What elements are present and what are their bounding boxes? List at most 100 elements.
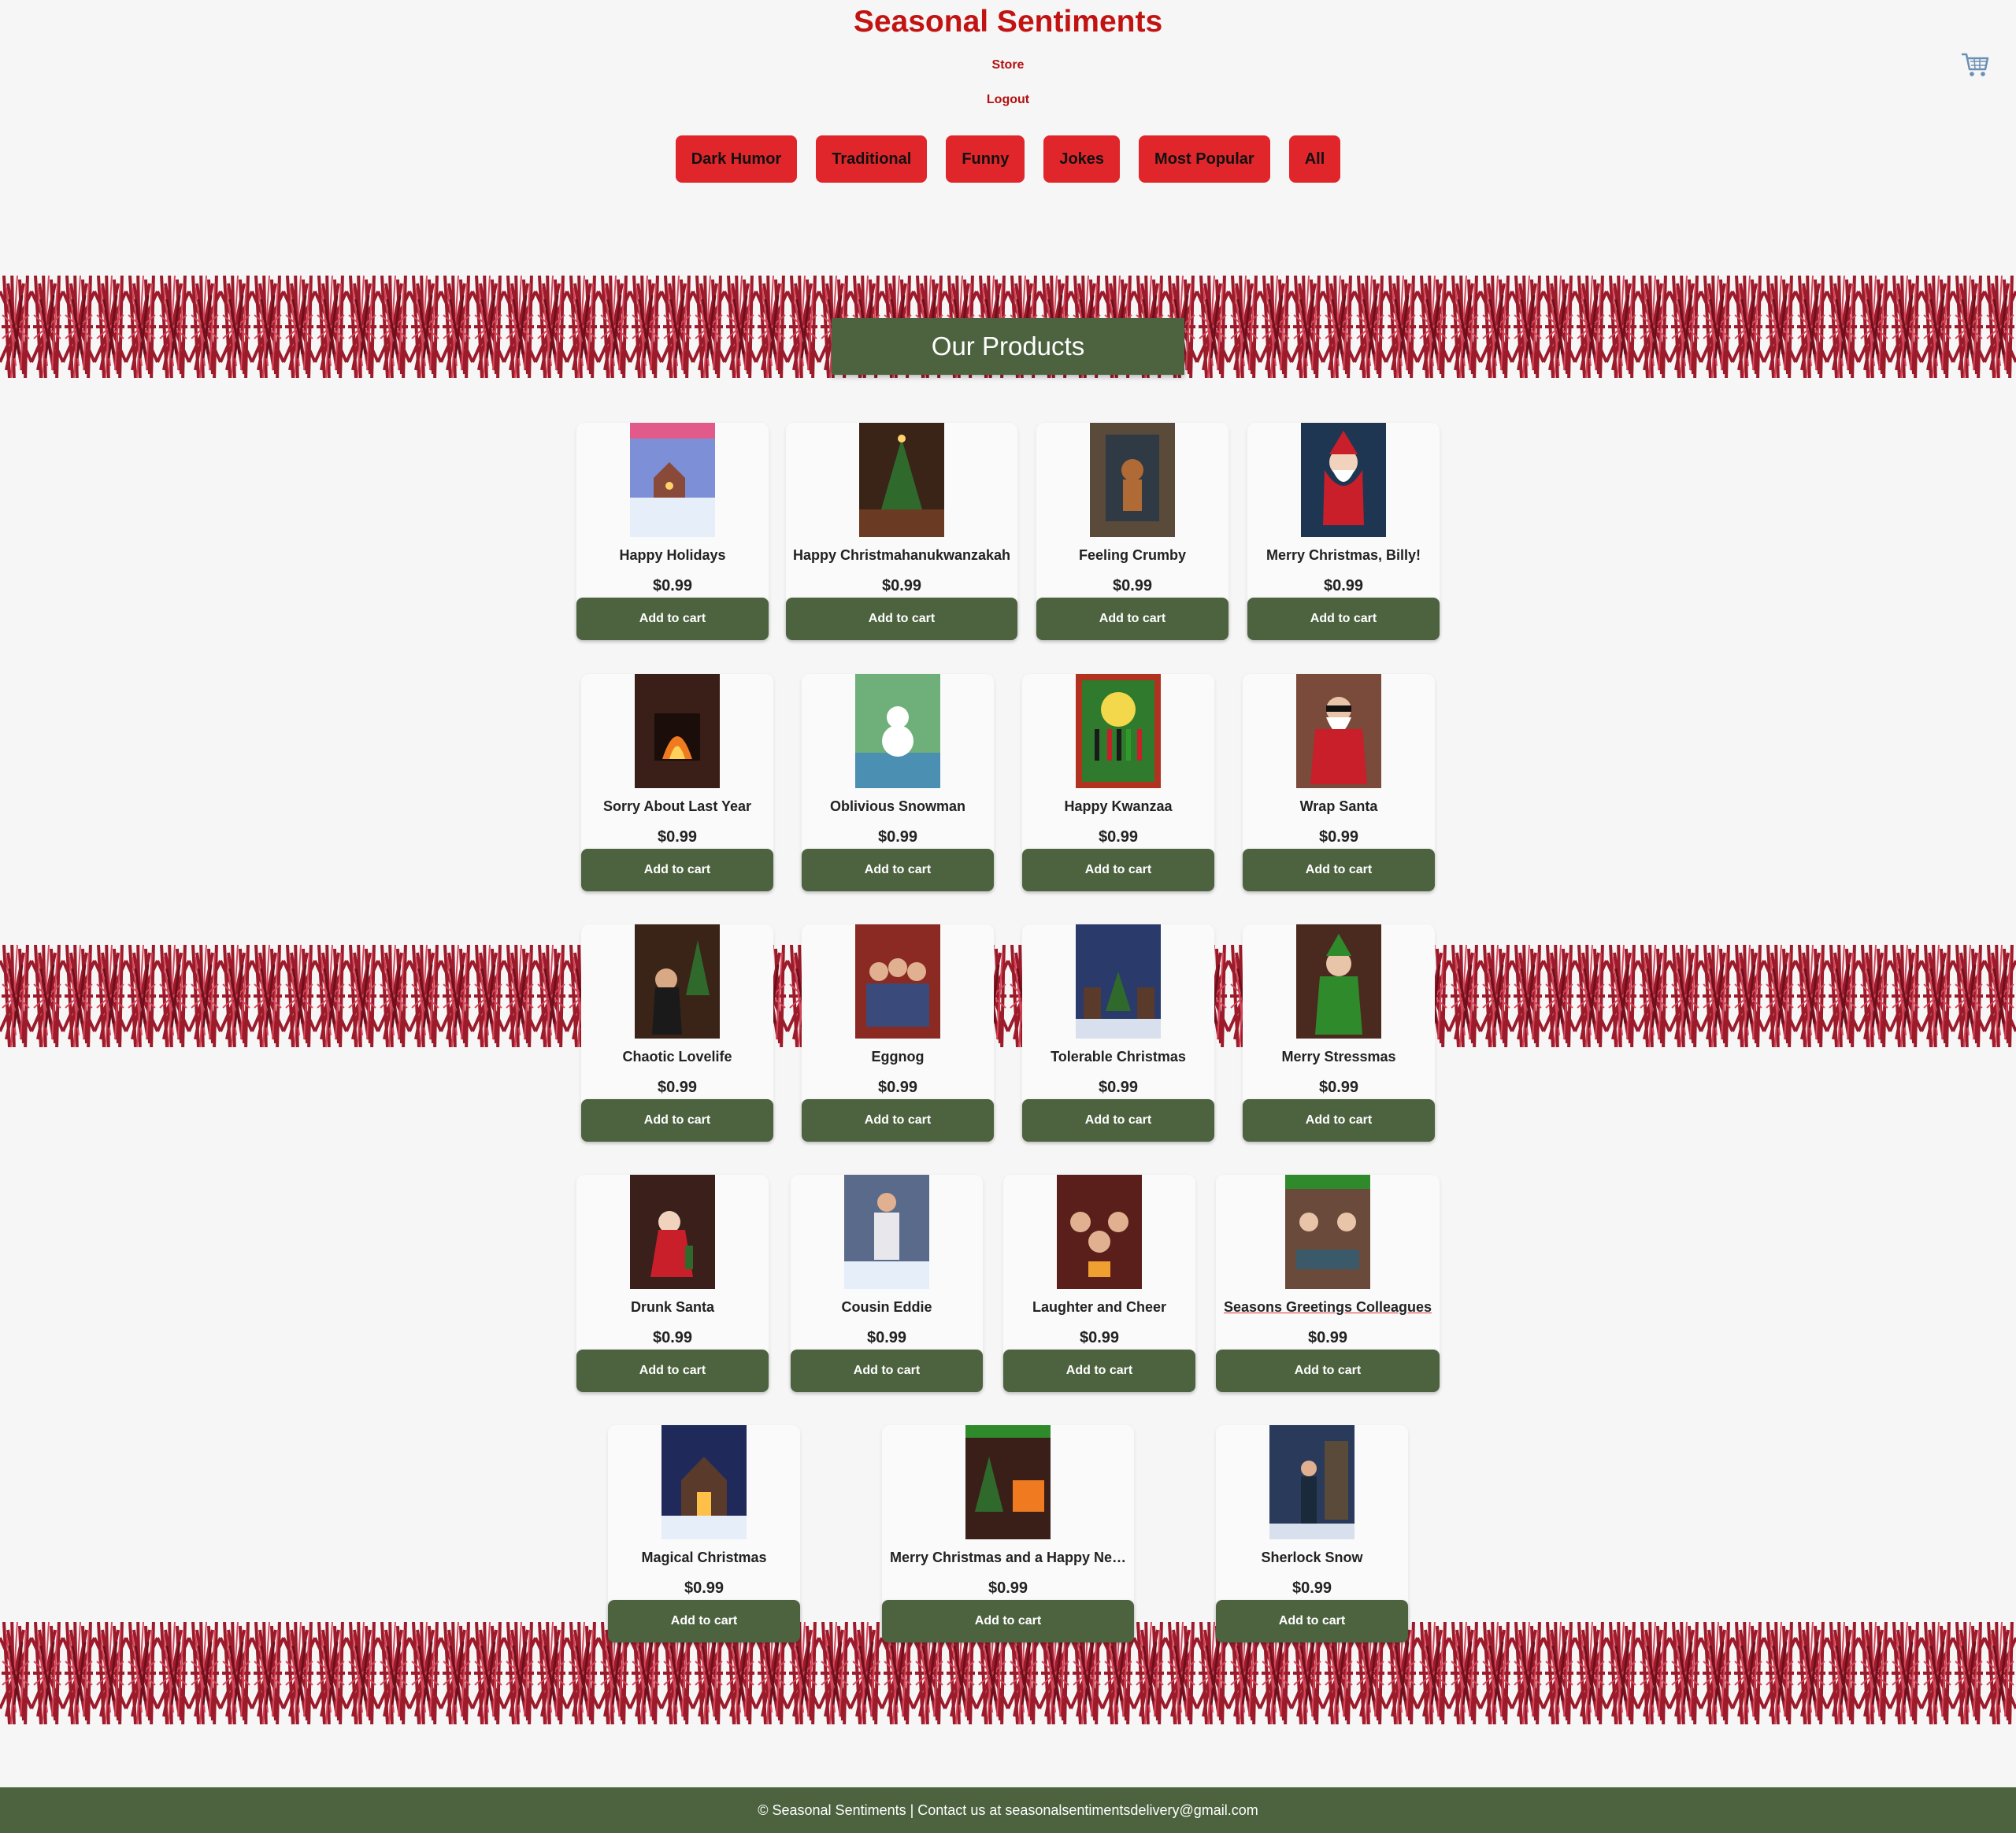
add-to-cart-button[interactable]: Add to cart [1216, 1350, 1440, 1392]
product-card: Oblivious Snowman $0.99 Add to cart [802, 674, 994, 891]
add-to-cart-button[interactable]: Add to cart [791, 1350, 983, 1392]
product-name: Happy Christmahanukwanzakah [792, 547, 1011, 563]
card-image-eggnog[interactable] [855, 924, 940, 1039]
add-to-cart-button[interactable]: Add to cart [802, 1099, 994, 1142]
product-name: Oblivious Snowman [829, 798, 966, 814]
site-title: Seasonal Sentiments [853, 5, 1163, 39]
product-price: $0.99 [1323, 577, 1364, 594]
shopping-cart-icon[interactable] [1959, 49, 1991, 80]
card-image-laughter-and-cheer[interactable] [1057, 1175, 1142, 1289]
card-image-cousin-eddie[interactable] [844, 1175, 929, 1289]
card-image-magical-christmas[interactable] [662, 1425, 747, 1539]
product-price: $0.99 [652, 1329, 693, 1346]
product-price: $0.99 [657, 1079, 698, 1096]
card-image-happy-christmahanukwanzakah[interactable] [859, 423, 944, 537]
product-name: Merry Christmas, Billy! [1266, 547, 1421, 563]
card-image-wrap-santa[interactable] [1296, 674, 1381, 788]
product-name: Chaotic Lovelife [622, 1049, 732, 1065]
card-image-seasons-greetings-colleagues[interactable] [1285, 1175, 1370, 1289]
product-card: Merry Christmas and a Happy Ne… $0.99 Ad… [882, 1425, 1134, 1642]
nav-store-link[interactable]: Store [0, 58, 2016, 72]
product-name: Laughter and Cheer [1032, 1299, 1167, 1315]
product-price: $0.99 [881, 577, 922, 594]
product-price: $0.99 [866, 1329, 907, 1346]
add-to-cart-button[interactable]: Add to cart [581, 1099, 773, 1142]
card-image-happy-kwanzaa[interactable] [1076, 674, 1161, 788]
card-image-happy-holidays[interactable] [630, 423, 715, 537]
product-card: Drunk Santa $0.99 Add to cart [576, 1175, 769, 1392]
category-all-button[interactable]: All [1288, 135, 1341, 183]
add-to-cart-button[interactable]: Add to cart [1022, 1099, 1214, 1142]
card-image-feeling-crumby[interactable] [1090, 423, 1175, 537]
card-image-tolerable-christmas[interactable] [1076, 924, 1161, 1039]
product-price: $0.99 [877, 1079, 918, 1096]
product-card: Sorry About Last Year $0.99 Add to cart [581, 674, 773, 891]
add-to-cart-button[interactable]: Add to cart [576, 1350, 769, 1392]
product-name: Wrap Santa [1299, 798, 1378, 814]
card-image-sherlock-snow[interactable] [1269, 1425, 1354, 1539]
product-price: $0.99 [652, 577, 693, 594]
product-card: Magical Christmas $0.99 Add to cart [608, 1425, 800, 1642]
site-footer: © Seasonal Sentiments | Contact us at se… [0, 1787, 2016, 1833]
add-to-cart-button[interactable]: Add to cart [786, 598, 1017, 640]
product-name: Drunk Santa [630, 1299, 715, 1315]
add-to-cart-button[interactable]: Add to cart [581, 849, 773, 891]
card-image-drunk-santa[interactable] [630, 1175, 715, 1289]
product-price: $0.99 [988, 1579, 1028, 1597]
add-to-cart-button[interactable]: Add to cart [1243, 849, 1435, 891]
add-to-cart-button[interactable]: Add to cart [1003, 1350, 1195, 1392]
product-card: Tolerable Christmas $0.99 Add to cart [1022, 924, 1214, 1142]
add-to-cart-button[interactable]: Add to cart [1022, 849, 1214, 891]
product-card: Sherlock Snow $0.99 Add to cart [1216, 1425, 1408, 1642]
add-to-cart-button[interactable]: Add to cart [802, 849, 994, 891]
category-funny-button[interactable]: Funny [946, 135, 1025, 183]
product-card: Happy Kwanzaa $0.99 Add to cart [1022, 674, 1214, 891]
product-card: Merry Christmas, Billy! $0.99 Add to car… [1247, 423, 1440, 640]
add-to-cart-button[interactable]: Add to cart [608, 1600, 800, 1642]
product-name: Merry Stressmas [1281, 1049, 1396, 1065]
category-jokes-button[interactable]: Jokes [1043, 135, 1121, 183]
add-to-cart-button[interactable]: Add to cart [882, 1600, 1134, 1642]
product-price: $0.99 [1318, 828, 1359, 846]
category-filters: Dark Humor Traditional Funny Jokes Most … [0, 135, 2016, 183]
card-image-oblivious-snowman[interactable] [855, 674, 940, 788]
product-name: Happy Kwanzaa [1064, 798, 1173, 814]
product-price: $0.99 [1318, 1079, 1359, 1096]
product-price: $0.99 [1112, 577, 1153, 594]
product-card: Laughter and Cheer $0.99 Add to cart [1003, 1175, 1195, 1392]
card-image-merry-christmas-and-a-happy-new-year[interactable] [965, 1425, 1051, 1539]
product-price: $0.99 [877, 828, 918, 846]
card-image-chaotic-lovelife[interactable] [635, 924, 720, 1039]
product-name: Tolerable Christmas [1051, 1049, 1186, 1065]
product-price: $0.99 [684, 1579, 724, 1597]
product-price: $0.99 [1292, 1579, 1332, 1597]
product-card: Chaotic Lovelife $0.99 Add to cart [581, 924, 773, 1142]
tinsel-garland-middle [0, 945, 2016, 1047]
card-image-merry-christmas-billy[interactable] [1301, 423, 1386, 537]
category-most-popular-button[interactable]: Most Popular [1139, 135, 1270, 183]
product-price: $0.99 [1098, 828, 1139, 846]
product-card: Seasons Greetings Colleagues $0.99 Add t… [1216, 1175, 1440, 1392]
nav-logout-link[interactable]: Logout [0, 93, 2016, 107]
add-to-cart-button[interactable]: Add to cart [576, 598, 769, 640]
product-name: Seasons Greetings Colleagues [1223, 1299, 1432, 1315]
product-card: Feeling Crumby $0.99 Add to cart [1036, 423, 1228, 640]
product-card: Cousin Eddie $0.99 Add to cart [791, 1175, 983, 1392]
category-traditional-button[interactable]: Traditional [816, 135, 928, 183]
card-image-merry-stressmas[interactable] [1296, 924, 1381, 1039]
add-to-cart-button[interactable]: Add to cart [1243, 1099, 1435, 1142]
product-card: Happy Holidays $0.99 Add to cart [576, 423, 769, 640]
product-price: $0.99 [1307, 1329, 1348, 1346]
card-image-sorry-about-last-year[interactable] [635, 674, 720, 788]
add-to-cart-button[interactable]: Add to cart [1216, 1600, 1408, 1642]
category-dark-humor-button[interactable]: Dark Humor [675, 135, 798, 183]
product-name: Happy Holidays [619, 547, 726, 563]
product-price: $0.99 [1079, 1329, 1120, 1346]
product-name: Feeling Crumby [1078, 547, 1187, 563]
add-to-cart-button[interactable]: Add to cart [1247, 598, 1440, 640]
product-price: $0.99 [657, 828, 698, 846]
product-price: $0.99 [1098, 1079, 1139, 1096]
add-to-cart-button[interactable]: Add to cart [1036, 598, 1228, 640]
product-name: Cousin Eddie [841, 1299, 932, 1315]
product-name: Sorry About Last Year [602, 798, 752, 814]
